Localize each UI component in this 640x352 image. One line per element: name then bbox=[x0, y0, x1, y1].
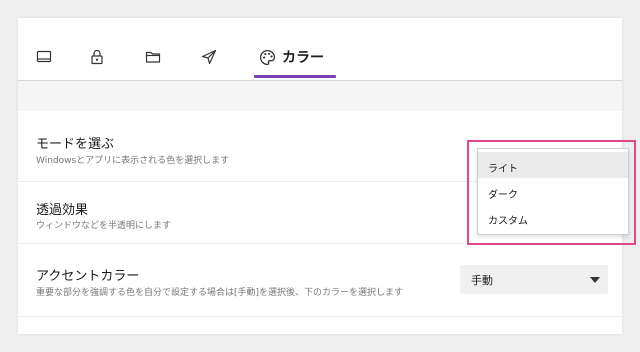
mode-option-light[interactable]: ライト bbox=[478, 152, 628, 178]
tab-send[interactable] bbox=[201, 44, 217, 70]
mode-option-custom[interactable]: カスタム bbox=[478, 204, 628, 230]
tab-display[interactable] bbox=[36, 44, 52, 70]
chevron-down-icon bbox=[590, 277, 600, 283]
palette-icon bbox=[259, 49, 276, 65]
transparency-title: 透過効果 bbox=[36, 203, 89, 218]
tab-bar: カラー bbox=[18, 18, 622, 81]
folder-icon bbox=[145, 51, 161, 63]
section-spacer bbox=[18, 81, 622, 111]
tab-color[interactable]: カラー bbox=[259, 44, 324, 70]
settings-panel: カラー モードを選ぶ Windowsとアプリに表示される色を選択します 透過効果… bbox=[18, 18, 636, 334]
tab-folder[interactable] bbox=[145, 44, 161, 70]
display-icon bbox=[36, 50, 52, 63]
mode-option-dark[interactable]: ダーク bbox=[478, 178, 628, 204]
mode-dropdown-list: ライト ダーク カスタム bbox=[477, 148, 629, 235]
mode-description: Windowsとアプリに表示される色を選択します bbox=[36, 156, 230, 166]
accent-mode-value: 手動 bbox=[471, 274, 493, 287]
active-tab-indicator bbox=[254, 75, 336, 78]
mode-title: モードを選ぶ bbox=[36, 137, 115, 152]
transparency-description: ウィンドウなどを半透明にします bbox=[36, 221, 172, 231]
accent-title: アクセントカラー bbox=[36, 269, 140, 284]
accent-description: 重要な部分を強調する色を自分で設定する場合は[手動]を選択後、下のカラーを選択し… bbox=[36, 288, 404, 298]
send-icon bbox=[201, 49, 217, 65]
tab-lock[interactable] bbox=[89, 44, 105, 70]
tab-color-label: カラー bbox=[282, 50, 324, 66]
lock-icon bbox=[91, 49, 103, 65]
accent-mode-select[interactable]: 手動 bbox=[460, 265, 608, 294]
